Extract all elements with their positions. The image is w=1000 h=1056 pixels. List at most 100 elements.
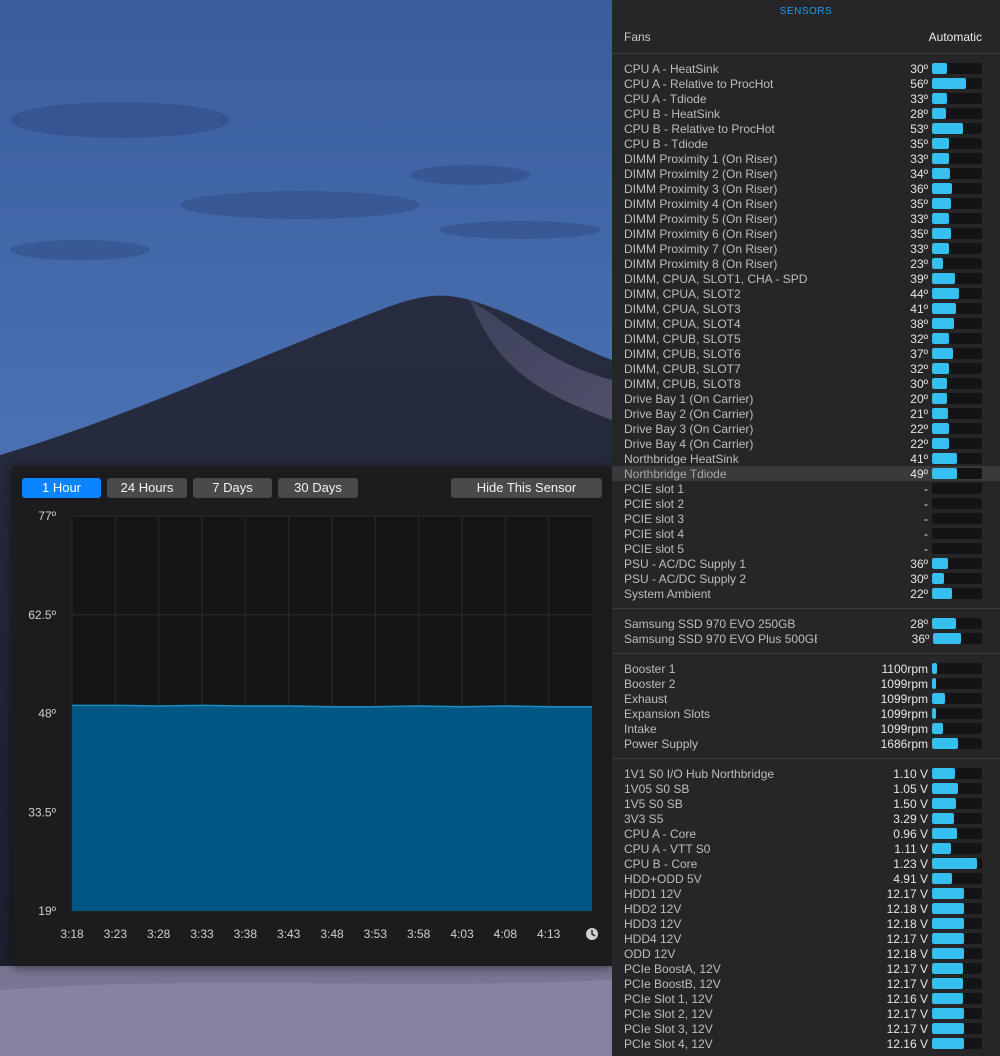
sensor-value: 12.16 V	[886, 1036, 928, 1051]
sensor-row[interactable]: CPU B - HeatSink 28º	[612, 106, 1000, 121]
sensor-row[interactable]: PCIE slot 4 -	[612, 526, 1000, 541]
sensor-row[interactable]: DIMM, CPUA, SLOT3 41º	[612, 301, 1000, 316]
sensor-row[interactable]: Intake 1099rpm	[612, 721, 1000, 736]
fans-mode[interactable]: Automatic	[929, 30, 982, 44]
sensor-level-bar	[933, 633, 982, 644]
sensor-value: 35º	[910, 196, 928, 211]
sensor-row[interactable]: PCIE slot 2 -	[612, 496, 1000, 511]
x-tick-label: 3:28	[147, 927, 171, 941]
sensor-row[interactable]: DIMM Proximity 6 (On Riser) 35º	[612, 226, 1000, 241]
sensor-row[interactable]: CPU A - Tdiode 33º	[612, 91, 1000, 106]
sensor-row[interactable]: PCIE slot 3 -	[612, 511, 1000, 526]
sensor-row[interactable]: DIMM, CPUB, SLOT6 37º	[612, 346, 1000, 361]
tab-30-days[interactable]: 30 Days	[278, 478, 358, 498]
fans-header[interactable]: Fans Automatic	[624, 30, 982, 44]
y-tick-label: 33.5º	[28, 805, 56, 819]
sensor-row[interactable]: Drive Bay 3 (On Carrier) 22º	[612, 421, 1000, 436]
sensor-row[interactable]: DIMM, CPUB, SLOT5 32º	[612, 331, 1000, 346]
sensor-row[interactable]: CPU A - Relative to ProcHot 56º	[612, 76, 1000, 91]
sensor-row[interactable]: Northbridge Tdiode 49º	[612, 466, 1000, 481]
sensor-row[interactable]: HDD4 12V 12.17 V	[612, 931, 1000, 946]
sensor-row[interactable]: PCIE slot 1 -	[612, 481, 1000, 496]
sensor-level-fill	[932, 873, 952, 884]
sensor-level-bar	[932, 63, 982, 74]
sensor-row[interactable]: DIMM Proximity 1 (On Riser) 33º	[612, 151, 1000, 166]
sensor-value: 1099rpm	[880, 691, 928, 706]
clock-icon[interactable]	[586, 928, 598, 940]
sensor-value: 36º	[910, 181, 928, 196]
sensor-row[interactable]: DIMM, CPUA, SLOT2 44º	[612, 286, 1000, 301]
sensor-row[interactable]: Northbridge HeatSink 41º	[612, 451, 1000, 466]
sensor-row[interactable]: System Ambient 22º	[612, 586, 1000, 601]
sensor-name: PCIe Slot 2, 12V	[624, 1006, 713, 1021]
sensor-row[interactable]: CPU B - Core 1.23 V	[612, 856, 1000, 871]
x-tick-label: 4:08	[494, 927, 518, 941]
sensor-name: 1V05 S0 SB	[624, 781, 690, 796]
sensor-row[interactable]: Samsung SSD 970 EVO Plus 500GB 36º	[612, 631, 1000, 646]
sensor-row[interactable]: HDD+ODD 5V 4.91 V	[612, 871, 1000, 886]
sensor-level-fill	[932, 933, 964, 944]
sensor-row[interactable]: PCIe Slot 1, 12V 12.16 V	[612, 991, 1000, 1006]
hide-sensor-button[interactable]: Hide This Sensor	[451, 478, 602, 498]
sensor-row[interactable]: Samsung SSD 970 EVO 250GB 28º	[612, 616, 1000, 631]
sensor-value: 53º	[910, 121, 928, 136]
sensor-level-fill	[932, 258, 943, 269]
sensor-row[interactable]: HDD1 12V 12.17 V	[612, 886, 1000, 901]
sensor-row[interactable]: CPU A - VTT S0 1.11 V	[612, 841, 1000, 856]
sensor-row[interactable]: DIMM Proximity 5 (On Riser) 33º	[612, 211, 1000, 226]
sensor-row[interactable]: Booster 1 1100rpm	[612, 661, 1000, 676]
sensor-name: CPU B - Core	[624, 856, 698, 871]
sensor-row[interactable]: Drive Bay 1 (On Carrier) 20º	[612, 391, 1000, 406]
sensor-row[interactable]: PCIe BoostB, 12V 12.17 V	[612, 976, 1000, 991]
sensor-row[interactable]: Booster 2 1099rpm	[612, 676, 1000, 691]
sensor-row[interactable]: PSU - AC/DC Supply 2 30º	[612, 571, 1000, 586]
sensor-row[interactable]: DIMM, CPUA, SLOT4 38º	[612, 316, 1000, 331]
sensor-row[interactable]: DIMM, CPUB, SLOT7 32º	[612, 361, 1000, 376]
sensor-row[interactable]: PCIe BoostA, 12V 12.17 V	[612, 961, 1000, 976]
sensor-row[interactable]: Drive Bay 4 (On Carrier) 22º	[612, 436, 1000, 451]
y-tick-label: 48º	[38, 707, 56, 721]
sensor-row[interactable]: DIMM, CPUB, SLOT8 30º	[612, 376, 1000, 391]
sensor-row[interactable]: HDD2 12V 12.18 V	[612, 901, 1000, 916]
tab-24-hours[interactable]: 24 Hours	[107, 478, 187, 498]
sensor-row[interactable]: CPU A - Core 0.96 V	[612, 826, 1000, 841]
sensor-row[interactable]: HDD3 12V 12.18 V	[612, 916, 1000, 931]
x-tick-label: 3:58	[407, 927, 431, 941]
sensors-panel: SENSORS Fans Automatic CPU A - HeatSink 3…	[612, 0, 1000, 1056]
sensor-row[interactable]: PCIe Slot 4, 12V 12.16 V	[612, 1036, 1000, 1051]
sensor-row[interactable]: PCIe Slot 2, 12V 12.17 V	[612, 1006, 1000, 1021]
sensor-name: Drive Bay 4 (On Carrier)	[624, 436, 754, 451]
sensor-row[interactable]: DIMM, CPUA, SLOT1, CHA - SPD 39º	[612, 271, 1000, 286]
sensor-level-bar	[932, 678, 982, 689]
sensor-row[interactable]: PCIe Slot 3, 12V 12.17 V	[612, 1021, 1000, 1036]
sensor-row[interactable]: PSU - AC/DC Supply 1 36º	[612, 556, 1000, 571]
sensor-row[interactable]: DIMM Proximity 8 (On Riser) 23º	[612, 256, 1000, 271]
sensor-level-fill	[932, 393, 947, 404]
sensor-level-bar	[932, 918, 982, 929]
tab-1-hour[interactable]: 1 Hour	[22, 478, 101, 498]
sensor-row[interactable]: 1V05 S0 SB 1.05 V	[612, 781, 1000, 796]
sensor-row[interactable]: 1V1 S0 I/O Hub Northbridge 1.10 V	[612, 766, 1000, 781]
tab-7-days[interactable]: 7 Days	[193, 478, 272, 498]
sensor-row[interactable]: 3V3 S5 3.29 V	[612, 811, 1000, 826]
sensor-row[interactable]: DIMM Proximity 2 (On Riser) 34º	[612, 166, 1000, 181]
sensor-name: DIMM, CPUB, SLOT5	[624, 331, 741, 346]
sensor-level-bar	[932, 693, 982, 704]
sensor-row[interactable]: CPU B - Relative to ProcHot 53º	[612, 121, 1000, 136]
sensor-row[interactable]: Expansion Slots 1099rpm	[612, 706, 1000, 721]
sensor-value: 36º	[910, 556, 928, 571]
sensor-name: Power Supply	[624, 736, 699, 751]
sensor-row[interactable]: Drive Bay 2 (On Carrier) 21º	[612, 406, 1000, 421]
sensor-row[interactable]: CPU A - HeatSink 30º	[612, 61, 1000, 76]
sensor-row[interactable]: 1V5 S0 SB 1.50 V	[612, 796, 1000, 811]
sensor-row[interactable]: DIMM Proximity 4 (On Riser) 35º	[612, 196, 1000, 211]
sensor-row[interactable]: ODD 12V 12.18 V	[612, 946, 1000, 961]
sensor-row[interactable]: DIMM Proximity 7 (On Riser) 33º	[612, 241, 1000, 256]
sensor-row[interactable]: Exhaust 1099rpm	[612, 691, 1000, 706]
sensor-value: 12.17 V	[886, 886, 928, 901]
sensor-row[interactable]: DIMM Proximity 3 (On Riser) 36º	[612, 181, 1000, 196]
sensor-row[interactable]: Power Supply 1686rpm	[612, 736, 1000, 751]
sensor-level-fill	[932, 798, 956, 809]
sensor-row[interactable]: PCIE slot 5 -	[612, 541, 1000, 556]
sensor-row[interactable]: CPU B - Tdiode 35º	[612, 136, 1000, 151]
